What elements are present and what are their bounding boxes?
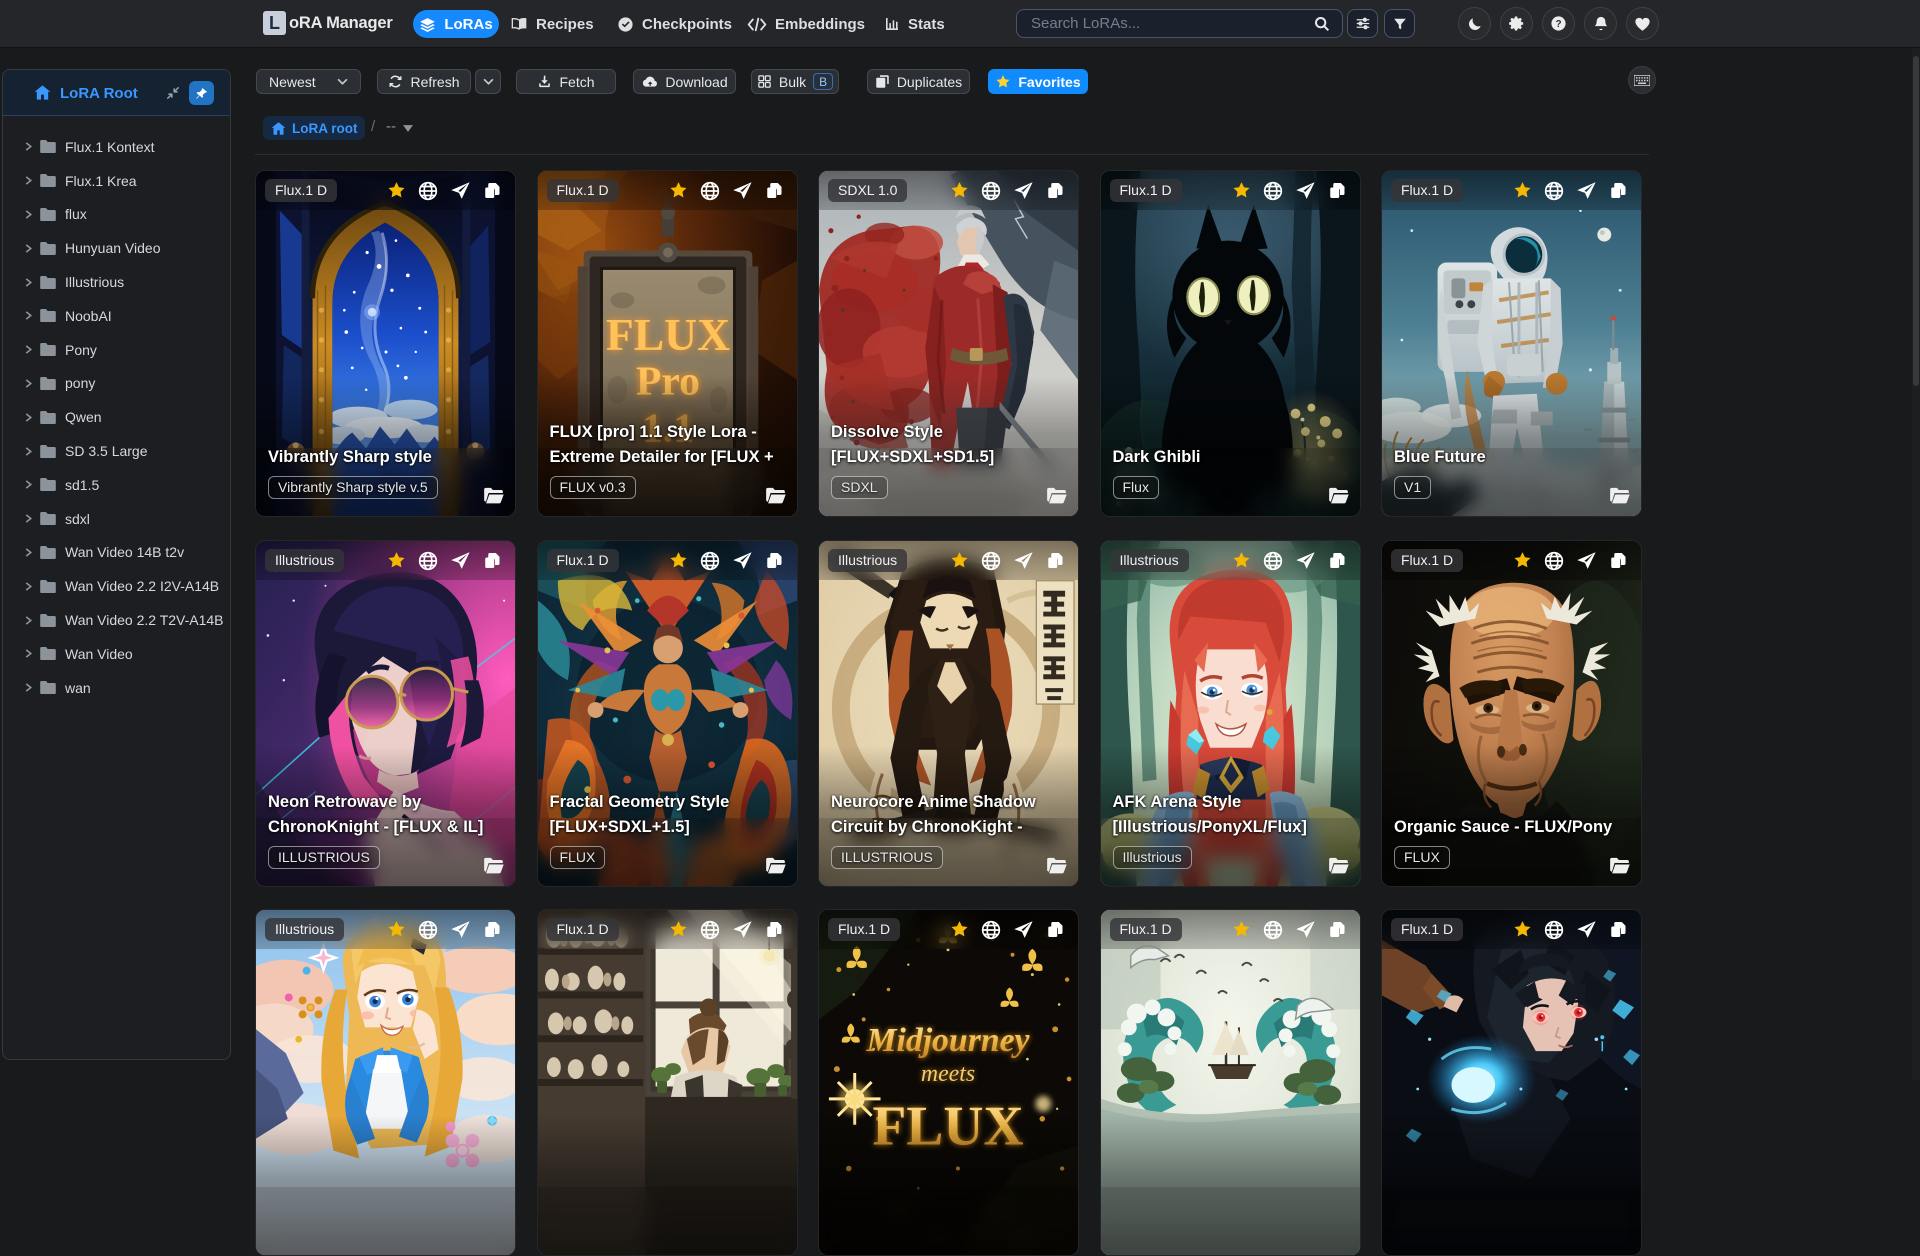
svg-text:?: ? — [1555, 19, 1561, 30]
svg-text:FLUX: FLUX — [605, 309, 729, 360]
svg-text:meets: meets — [921, 1061, 975, 1087]
svg-text:Midjourney: Midjourney — [865, 1022, 1030, 1059]
